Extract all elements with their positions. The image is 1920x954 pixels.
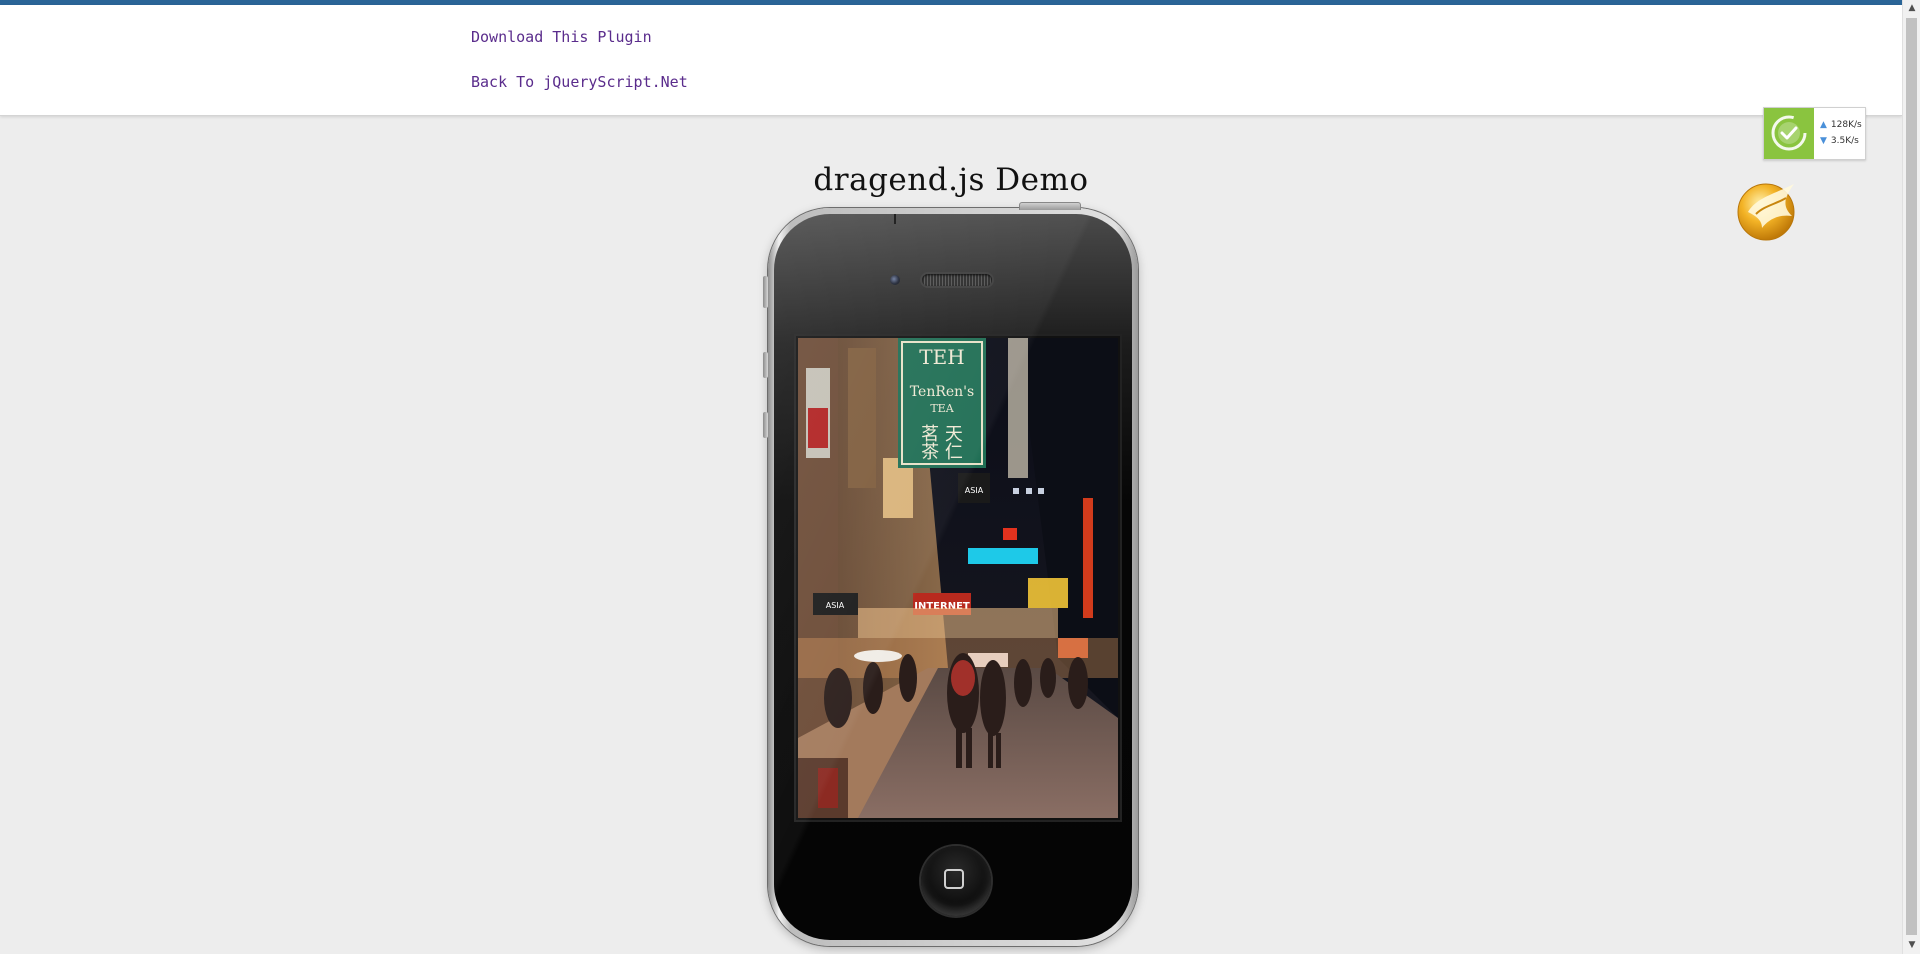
phone-body: TEH TenRen's TEA 茗 天 茶 仁 ASIA INTERNET A… — [774, 214, 1132, 940]
upload-rate-value: 128K/s — [1830, 120, 1862, 130]
up-arrow-icon: ▲ — [1820, 120, 1827, 130]
phone-mute-switch — [763, 276, 768, 308]
download-plugin-link[interactable]: Download This Plugin — [471, 28, 652, 46]
svg-text:ASIA: ASIA — [826, 601, 845, 610]
svg-text:TEA: TEA — [930, 402, 954, 415]
download-rate: ▼ 3.5K/s — [1820, 136, 1859, 146]
home-square-icon — [944, 869, 964, 889]
checkmark-speed-icon — [1764, 108, 1814, 159]
scroll-down-arrow-icon[interactable]: ▼ — [1903, 937, 1920, 954]
front-camera-icon — [890, 275, 900, 285]
phone-power-button — [1019, 202, 1081, 210]
vertical-scrollbar[interactable]: ▲ ▼ — [1902, 0, 1920, 954]
upload-rate: ▲ 128K/s — [1820, 120, 1862, 130]
home-button[interactable] — [921, 846, 991, 916]
draggable-slide-photo[interactable]: TEH TenRen's TEA 茗 天 茶 仁 ASIA INTERNET A… — [798, 338, 1118, 818]
svg-text:TEH: TEH — [919, 345, 964, 369]
phone-screen[interactable]: TEH TenRen's TEA 茗 天 茶 仁 ASIA INTERNET A… — [794, 334, 1122, 822]
network-speed-widget[interactable]: ▲ 128K/s ▼ 3.5K/s — [1763, 107, 1866, 160]
back-to-site-link[interactable]: Back To jQueryScript.Net — [471, 73, 688, 91]
down-arrow-icon: ▼ — [1820, 136, 1827, 146]
phone-mockup: TEH TenRen's TEA 茗 天 茶 仁 ASIA INTERNET A… — [763, 202, 1138, 946]
phone-volume-down — [763, 412, 768, 438]
download-rate-value: 3.5K/s — [1830, 136, 1859, 146]
phone-volume-up — [763, 352, 768, 378]
page-title: dragend.js Demo — [813, 162, 1089, 198]
scroll-up-arrow-icon[interactable]: ▲ — [1903, 0, 1920, 17]
floating-bird-icon[interactable] — [1734, 176, 1804, 246]
phone-antenna-mark — [894, 214, 896, 224]
svg-text:TenRen's: TenRen's — [910, 384, 974, 400]
earpiece-speaker — [922, 274, 992, 286]
svg-text:ASIA: ASIA — [965, 486, 984, 495]
svg-text:茶 仁: 茶 仁 — [921, 442, 963, 463]
site-header: Download This Plugin Back To jQueryScrip… — [0, 5, 1902, 116]
scroll-thumb[interactable] — [1906, 18, 1917, 935]
